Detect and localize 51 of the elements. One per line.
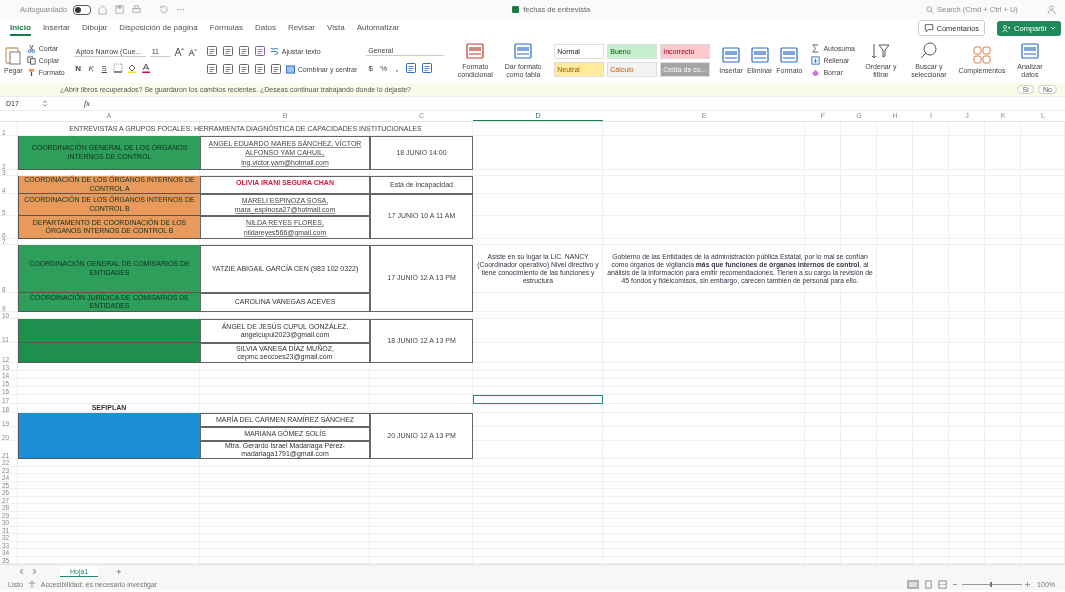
currency-button[interactable]: $ xyxy=(366,63,376,73)
font-color-icon[interactable] xyxy=(140,63,151,73)
fill-color-icon[interactable] xyxy=(126,63,137,73)
table-icon xyxy=(513,40,534,61)
shrink-font-icon[interactable] xyxy=(187,47,197,57)
search-icon xyxy=(918,40,939,61)
italic-button[interactable]: K xyxy=(86,63,96,73)
underline-button[interactable]: S xyxy=(99,63,109,73)
autosave-toggle[interactable] xyxy=(73,4,92,15)
caret-icon xyxy=(1050,25,1056,31)
menu-tab[interactable]: Disposición de página xyxy=(119,20,198,36)
menu-tab[interactable]: Datos xyxy=(255,20,276,36)
delete-cells-icon xyxy=(749,44,770,65)
format-cells-icon xyxy=(779,44,800,65)
conditional-format-icon xyxy=(465,40,486,61)
eraser-icon xyxy=(811,67,821,77)
clipboard-icon xyxy=(4,44,23,65)
copy-icon xyxy=(26,55,36,65)
percent-button[interactable]: % xyxy=(379,63,389,73)
stepper-icon[interactable] xyxy=(42,99,48,108)
scissors-icon xyxy=(26,43,36,53)
wrap-icon xyxy=(269,46,279,56)
search-icon xyxy=(926,5,934,14)
comment-icon xyxy=(923,23,934,33)
fill-down-icon xyxy=(811,55,821,65)
spreadsheet-icon xyxy=(512,6,520,13)
borders-icon[interactable] xyxy=(112,63,123,73)
sigma-icon xyxy=(811,43,821,53)
brush-icon xyxy=(26,67,36,77)
menu-tab[interactable]: Inicio xyxy=(10,20,31,36)
scroll-right-icon[interactable] xyxy=(31,568,38,575)
menu-tab[interactable]: Dibujar xyxy=(82,20,108,36)
insert-cells-icon xyxy=(721,44,742,65)
menu-tab[interactable]: Insertar xyxy=(42,20,70,36)
thousands-button[interactable]: , xyxy=(392,63,402,73)
bold-button[interactable]: N xyxy=(73,63,83,73)
menu-tab[interactable]: Vista xyxy=(327,20,345,36)
normal-view-icon[interactable] xyxy=(907,579,920,589)
selected-cell[interactable] xyxy=(473,395,603,404)
scroll-left-icon[interactable] xyxy=(18,568,25,575)
menu-tab[interactable]: Fórmulas xyxy=(209,20,243,36)
analyze-data-icon xyxy=(1019,40,1040,61)
menu-tab[interactable]: Automatizar xyxy=(356,20,400,36)
add-sheet-button[interactable]: + xyxy=(104,566,134,577)
share-icon xyxy=(1002,23,1012,33)
zoom-slider-icon[interactable] xyxy=(952,580,1033,588)
menu-tab[interactable]: Revisar xyxy=(287,20,315,36)
function-label[interactable]: fx xyxy=(84,99,90,108)
grid-icon xyxy=(971,44,992,65)
grow-font-icon[interactable] xyxy=(173,47,184,57)
merge-icon xyxy=(285,64,295,74)
